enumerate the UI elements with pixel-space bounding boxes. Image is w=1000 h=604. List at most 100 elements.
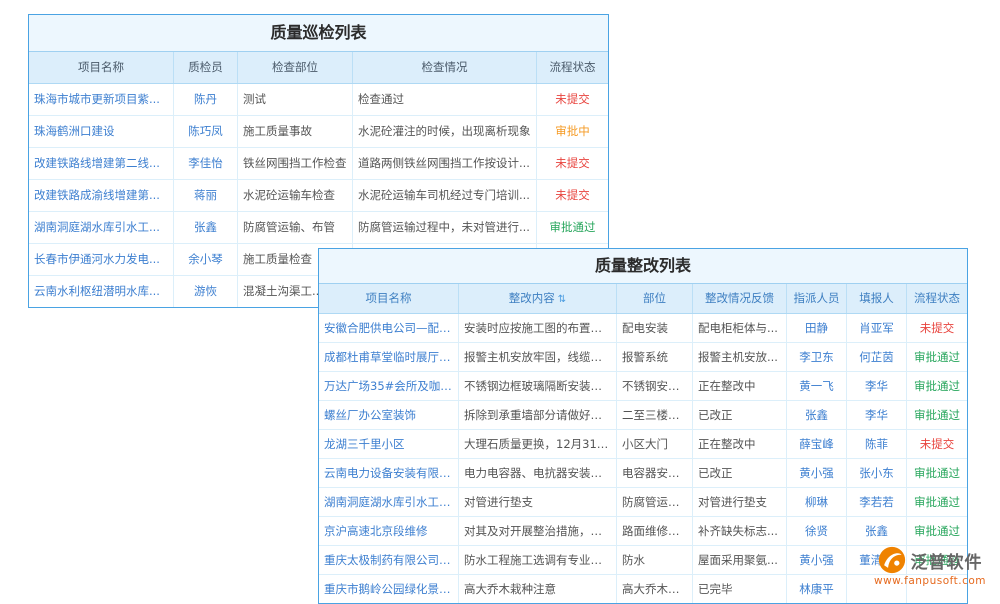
project-link[interactable]: 珠海鹤洲口建设 [29,116,174,147]
column-header-label: 指派人员 [794,291,840,305]
column-header[interactable]: 部位 [617,284,693,313]
person-link[interactable]: 蒋丽 [174,180,238,211]
cell-text: 防水 [617,546,693,574]
column-header-label: 检查部位 [272,60,318,74]
person-link[interactable]: 田静 [787,314,847,342]
table-row: 珠海鹤洲口建设陈巧凤施工质量事故水泥砼灌注的时候，出现离析现象审批中 [29,116,608,148]
project-link[interactable]: 安徽合肥供电公司—配电设备... [319,314,459,342]
project-link[interactable]: 云南电力设备安装有限公司20... [319,459,459,487]
fanpu-logo-row: 泛普软件 [860,546,1000,574]
cell-text: 屋面采用聚氨... [693,546,787,574]
table-row: 湖南洞庭湖水库引水工程施工1...对管进行垫支防腐管运输...对管进行垫支柳琳李… [319,488,967,517]
person-link[interactable]: 柳琳 [787,488,847,516]
person-link[interactable]: 黄小强 [787,546,847,574]
person-link[interactable]: 李华 [847,401,907,429]
cell-text: 补齐缺失标志... [693,517,787,545]
table-row: 改建铁路成渝线增建第...蒋丽水泥砼运输车检查水泥砼运输车司机经过专门培训...… [29,180,608,212]
status-text: 未提交 [907,314,967,342]
person-link[interactable]: 黄一飞 [787,372,847,400]
table-row: 万达广场35#会所及咖啡厅空...不锈钢边框玻璃隔断安装不牢...不锈钢安装..… [319,372,967,401]
fanpu-logo-text: 泛普软件 [911,548,983,573]
column-header[interactable]: 流程状态 [907,284,967,313]
project-link[interactable]: 成都杜甫草堂临时展厅独立展... [319,343,459,371]
column-header[interactable]: 指派人员 [787,284,847,313]
project-link[interactable]: 长春市伊通河水力发电... [29,244,174,275]
status-text: 审批通过 [907,517,967,545]
person-link[interactable]: 陈丹 [174,84,238,115]
project-link[interactable]: 改建铁路线增建第二线... [29,148,174,179]
cell-text: 高大乔木栽种 [617,575,693,603]
column-header[interactable]: 整改内容⇅ [459,284,617,313]
table-row: 云南电力设备安装有限公司20...电力电容器、电抗器安装方案,...电容器安装.… [319,459,967,488]
cell-text: 水泥砼运输车司机经过专门培训... [353,180,537,211]
project-link[interactable]: 重庆市鹅岭公园绿化景观提升... [319,575,459,603]
person-link[interactable]: 张鑫 [847,517,907,545]
column-header[interactable]: 整改情况反馈 [693,284,787,313]
column-header-label: 流程状态 [914,291,960,305]
cell-text: 报警系统 [617,343,693,371]
project-link[interactable]: 螺丝厂办公室装饰 [319,401,459,429]
column-header-label: 整改内容 [509,291,555,305]
status-text: 未提交 [537,180,608,211]
column-header[interactable]: 检查部位 [238,52,353,83]
status-text: 审批通过 [537,212,608,243]
project-link[interactable]: 京沪高速北京段维修 [319,517,459,545]
cell-text: 对管进行垫支 [693,488,787,516]
project-link[interactable]: 重庆太极制药有限公司亳州中... [319,546,459,574]
rectification-table-title: 质量整改列表 [319,249,967,284]
cell-text: 小区大门 [617,430,693,458]
table-row: 改建铁路线增建第二线...李佳怡铁丝网围挡工作检查道路两侧铁丝网围挡工作按设计.… [29,148,608,180]
person-link[interactable]: 张鑫 [787,401,847,429]
cell-text: 对管进行垫支 [459,488,617,516]
column-header-label: 检查情况 [422,60,468,74]
cell-text: 大理石质量更换，12月31日之... [459,430,617,458]
sort-icon[interactable]: ⇅ [558,294,566,305]
person-link[interactable]: 徐贤 [787,517,847,545]
project-link[interactable]: 万达广场35#会所及咖啡厅空... [319,372,459,400]
column-header[interactable]: 检查情况 [353,52,537,83]
fanpu-logo: 泛普软件 www.fanpusoft.com [860,546,1000,587]
cell-text: 水泥砼灌注的时候，出现离析现象 [353,116,537,147]
project-link[interactable]: 湖南洞庭湖水库引水工... [29,212,174,243]
person-link[interactable]: 李若若 [847,488,907,516]
cell-text: 安装时应按施工图的布置，将... [459,314,617,342]
table-row: 螺丝厂办公室装饰拆除到承重墙部分请做好加固...二至三楼混...已改正张鑫李华审… [319,401,967,430]
cell-text: 检查通过 [353,84,537,115]
person-link[interactable]: 黄小强 [787,459,847,487]
person-link[interactable]: 陈菲 [847,430,907,458]
cell-text: 拆除到承重墙部分请做好加固... [459,401,617,429]
person-link[interactable]: 李华 [847,372,907,400]
cell-text: 配电安装 [617,314,693,342]
column-header[interactable]: 填报人 [847,284,907,313]
person-link[interactable]: 薛宝峰 [787,430,847,458]
cell-text: 防腐管运输、布管 [238,212,353,243]
cell-text: 对其及对开展整治措施，桥头... [459,517,617,545]
column-header[interactable]: 项目名称 [29,52,174,83]
person-link[interactable]: 何芷茵 [847,343,907,371]
person-link[interactable]: 李佳怡 [174,148,238,179]
person-link[interactable]: 余小琴 [174,244,238,275]
column-header[interactable]: 质检员 [174,52,238,83]
person-link[interactable]: 张小东 [847,459,907,487]
project-link[interactable]: 云南水利枢纽潜明水库... [29,276,174,307]
project-link[interactable]: 湖南洞庭湖水库引水工程施工1... [319,488,459,516]
column-header-label: 部位 [643,291,666,305]
cell-text: 正在整改中 [693,372,787,400]
person-link[interactable]: 张鑫 [174,212,238,243]
person-link[interactable]: 游恢 [174,276,238,307]
column-header[interactable]: 项目名称 [319,284,459,313]
person-link[interactable]: 李卫东 [787,343,847,371]
column-header-label: 项目名称 [78,60,124,74]
column-header[interactable]: 流程状态 [537,52,608,83]
person-link[interactable]: 肖亚军 [847,314,907,342]
table-row: 安徽合肥供电公司—配电设备...安装时应按施工图的布置，将...配电安装配电柜柜… [319,314,967,343]
cell-text: 道路两侧铁丝网围挡工作按设计... [353,148,537,179]
project-link[interactable]: 龙湖三千里小区 [319,430,459,458]
cell-text: 电容器安装... [617,459,693,487]
person-link[interactable]: 陈巧凤 [174,116,238,147]
project-link[interactable]: 珠海市城市更新项目紫... [29,84,174,115]
rectification-table-header-row: 项目名称整改内容⇅部位整改情况反馈指派人员填报人流程状态 [319,284,967,314]
project-link[interactable]: 改建铁路成渝线增建第... [29,180,174,211]
cell-text: 已改正 [693,459,787,487]
person-link[interactable]: 林康平 [787,575,847,603]
